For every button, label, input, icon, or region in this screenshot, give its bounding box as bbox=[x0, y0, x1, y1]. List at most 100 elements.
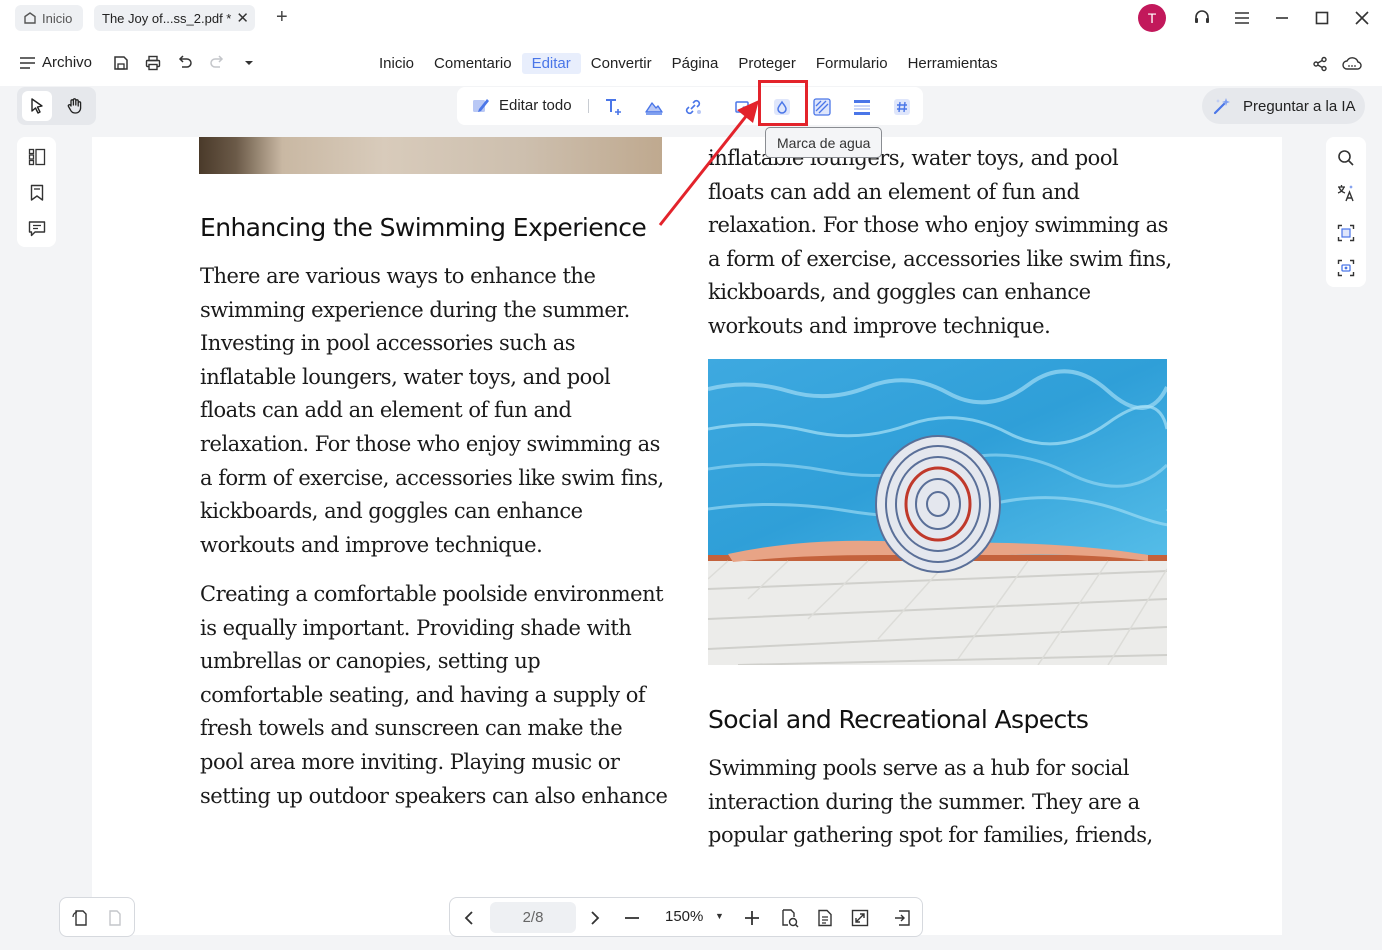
file-menu-label: Archivo bbox=[42, 54, 93, 71]
tab-home[interactable]: Inicio bbox=[15, 5, 83, 31]
page-navigation-bar: 2/8 150% ▼ bbox=[449, 897, 923, 937]
menu-item-convertir[interactable]: Convertir bbox=[581, 53, 662, 74]
text-line: a form of exercise, accessories like swi… bbox=[200, 465, 664, 490]
header-footer-icon[interactable] bbox=[851, 96, 873, 118]
left-side-panel bbox=[17, 137, 56, 247]
add-tab-icon[interactable]: + bbox=[276, 6, 288, 29]
edit-all-label: Editar todo bbox=[499, 96, 572, 114]
document-image-top bbox=[199, 137, 662, 174]
right-paragraph-1: inflatable loungers, water toys, and poo… bbox=[708, 142, 1172, 344]
support-headset-icon[interactable] bbox=[1192, 8, 1212, 28]
undo-icon[interactable] bbox=[175, 53, 195, 73]
text-line: comfortable seating, and having a supply… bbox=[200, 682, 646, 707]
page-number-field[interactable]: 2/8 bbox=[490, 902, 576, 933]
zoom-out-icon[interactable] bbox=[621, 907, 643, 929]
left-paragraph-1: There are various ways to enhance the sw… bbox=[200, 260, 664, 562]
add-text-icon[interactable] bbox=[603, 96, 625, 118]
tab-document[interactable]: The Joy of...ss_2.pdf * ✕ bbox=[94, 5, 255, 31]
quick-access-dropdown-icon[interactable] bbox=[239, 53, 259, 73]
text-line: relaxation. For those who enjoy swimming… bbox=[708, 213, 1168, 238]
tab-home-label: Inicio bbox=[42, 10, 73, 26]
left-paragraph-2: Creating a comfortable poolside environm… bbox=[200, 578, 668, 813]
menu-item-comentario[interactable]: Comentario bbox=[424, 53, 522, 74]
ask-ai-button[interactable]: Preguntar a la IA bbox=[1202, 88, 1365, 124]
mode-switcher bbox=[17, 87, 96, 125]
bookmark-icon[interactable] bbox=[26, 182, 48, 204]
menu-item-proteger[interactable]: Proteger bbox=[728, 53, 806, 74]
close-tab-icon[interactable]: ✕ bbox=[236, 9, 249, 27]
fullscreen-icon[interactable] bbox=[849, 907, 871, 929]
file-menu-button[interactable]: Archivo bbox=[20, 54, 92, 71]
menu-item-inicio[interactable]: Inicio bbox=[369, 53, 424, 74]
menu-item-formulario[interactable]: Formulario bbox=[806, 53, 898, 74]
right-paragraph-2: Swimming pools serve as a hub for social… bbox=[708, 752, 1153, 853]
zoom-level[interactable]: 150% bbox=[665, 908, 703, 925]
text-line: workouts and improve technique. bbox=[708, 313, 1051, 338]
ocr-scan-icon[interactable] bbox=[1335, 222, 1357, 244]
left-heading: Enhancing the Swimming Experience bbox=[200, 213, 647, 242]
text-line: setting up outdoor speakers can also enh… bbox=[200, 783, 668, 808]
text-line: kickboards, and goggles can enhance bbox=[200, 499, 583, 524]
text-line: relaxation. For those who enjoy swimming… bbox=[200, 431, 660, 456]
text-line: interaction during the summer. They are … bbox=[708, 789, 1140, 814]
share-icon[interactable] bbox=[1310, 54, 1330, 74]
next-page-icon[interactable] bbox=[584, 907, 606, 929]
zoom-dropdown-icon[interactable]: ▼ bbox=[715, 911, 724, 921]
minimize-icon[interactable] bbox=[1272, 8, 1292, 28]
comments-icon[interactable] bbox=[26, 218, 48, 240]
title-bar: Inicio The Joy of...ss_2.pdf * ✕ + T bbox=[0, 0, 1382, 38]
translate-icon[interactable] bbox=[1335, 182, 1357, 204]
text-line: There are various ways to enhance the bbox=[200, 264, 596, 288]
text-line: a form of exercise, accessories like swi… bbox=[708, 246, 1172, 271]
text-line: popular gathering spot for families, fri… bbox=[708, 823, 1153, 848]
menu-lines-icon bbox=[20, 56, 35, 69]
menu-item-editar[interactable]: Editar bbox=[521, 53, 581, 74]
watermark-tooltip: Marca de agua bbox=[765, 127, 883, 158]
cloud-icon[interactable] bbox=[1342, 54, 1362, 74]
select-cursor-icon[interactable] bbox=[22, 91, 52, 121]
previous-page-icon[interactable] bbox=[458, 907, 480, 929]
text-line: is equally important. Providing shade wi… bbox=[200, 615, 632, 640]
toolbar-separator bbox=[588, 99, 589, 113]
text-line: Creating a comfortable poolside environm… bbox=[200, 582, 664, 606]
text-line: Swimming pools serve as a hub for social bbox=[708, 756, 1129, 780]
right-side-panel bbox=[1326, 137, 1366, 287]
text-line: floats can add an element of fun and bbox=[708, 179, 1080, 204]
rotate-page-icon[interactable] bbox=[69, 907, 91, 929]
document-page: Enhancing the Swimming Experience There … bbox=[92, 137, 1282, 935]
hamburger-menu-icon[interactable] bbox=[1232, 8, 1252, 28]
print-icon[interactable] bbox=[143, 53, 163, 73]
edit-all-icon bbox=[473, 99, 489, 112]
menu-item-pagina[interactable]: Página bbox=[662, 53, 729, 74]
watermark-highlight-box bbox=[758, 80, 808, 126]
redo-icon[interactable] bbox=[207, 53, 227, 73]
rotate-page-disabled-icon[interactable] bbox=[104, 907, 126, 929]
user-avatar[interactable]: T bbox=[1138, 4, 1166, 32]
text-line: pool area more inviting. Playing music o… bbox=[200, 749, 620, 774]
edit-all-button[interactable]: Editar todo bbox=[471, 95, 572, 115]
search-icon[interactable] bbox=[1335, 147, 1357, 169]
ai-sparkle-icon bbox=[1213, 98, 1230, 115]
page-view-icon[interactable] bbox=[814, 907, 836, 929]
menu-bar: Archivo Inicio Comentario Editar Convert… bbox=[0, 38, 1382, 86]
maximize-icon[interactable] bbox=[1312, 8, 1332, 28]
fit-page-icon[interactable] bbox=[779, 907, 801, 929]
text-line: kickboards, and goggles can enhance bbox=[708, 280, 1091, 305]
rotate-controls bbox=[59, 897, 135, 937]
close-window-icon[interactable] bbox=[1352, 8, 1372, 28]
menu-item-herramientas[interactable]: Herramientas bbox=[898, 53, 1008, 74]
thumbnails-icon[interactable] bbox=[26, 146, 48, 168]
zoom-in-icon[interactable] bbox=[741, 907, 763, 929]
bates-numbering-icon[interactable] bbox=[891, 96, 913, 118]
text-line: swimming experience during the summer. bbox=[200, 297, 630, 322]
pool-photo bbox=[708, 359, 1167, 665]
text-line: Investing in pool accessories such as bbox=[200, 331, 576, 356]
annotation-arrow bbox=[658, 100, 759, 226]
background-icon[interactable] bbox=[811, 96, 833, 118]
home-icon bbox=[24, 12, 36, 24]
hand-tool-icon[interactable] bbox=[60, 91, 90, 121]
exit-reading-icon[interactable] bbox=[891, 907, 913, 929]
screenshot-capture-icon[interactable] bbox=[1335, 257, 1357, 279]
save-icon[interactable] bbox=[111, 53, 131, 73]
ask-ai-label: Preguntar a la IA bbox=[1243, 97, 1356, 115]
